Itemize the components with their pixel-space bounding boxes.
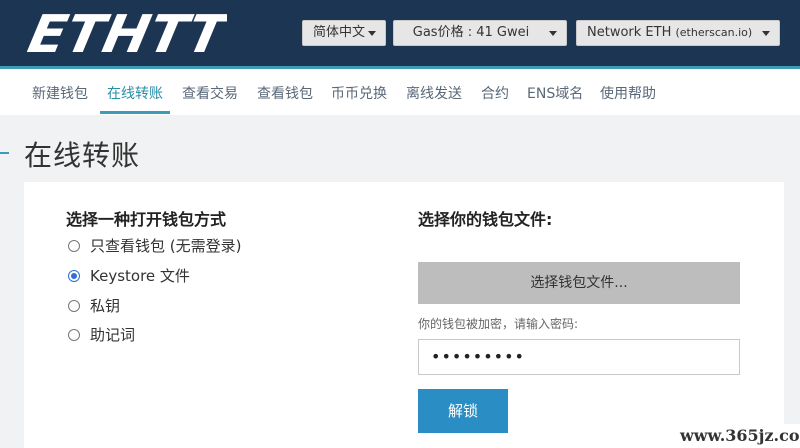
watermark: www.365jz.com <box>676 424 800 448</box>
password-label: 你的钱包被加密，请输入密码: <box>418 317 579 331</box>
option-keystore-label: Keystore 文件 <box>90 267 190 285</box>
radio-private-key[interactable] <box>68 300 80 312</box>
option-keystore[interactable]: Keystore 文件 <box>68 265 190 286</box>
logo[interactable]: ETHTT <box>22 3 227 61</box>
svg-text:ETHTT: ETHTT <box>23 5 227 61</box>
option-private-key-label: 私钥 <box>90 297 121 315</box>
network-dropdown[interactable]: Network ETH (etherscan.io) <box>576 20 780 46</box>
network-provider: (etherscan.io) <box>675 26 753 39</box>
main-nav: 新建钱包 在线转账 查看交易 查看钱包 币币兑换 离线发送 合约 ENS域名 使… <box>0 69 800 115</box>
language-label: 简体中文 <box>313 25 366 40</box>
network-label: Network ETH <box>587 25 672 40</box>
header: ETHTT 简体中文 Gas价格 : 41 Gwei Network ETH (… <box>0 0 800 66</box>
nav-new-wallet[interactable]: 新建钱包 <box>32 83 88 103</box>
gas-price-label: Gas价格 : 41 Gwei <box>412 25 530 40</box>
nav-send-online[interactable]: 在线转账 <box>107 83 163 103</box>
option-mnemonic-label: 助记词 <box>90 326 136 344</box>
option-mnemonic[interactable]: 助记词 <box>68 324 135 345</box>
nav-view-transaction[interactable]: 查看交易 <box>182 83 238 103</box>
nav-ens[interactable]: ENS域名 <box>527 83 583 103</box>
gas-price-dropdown[interactable]: Gas价格 : 41 Gwei <box>393 20 567 46</box>
nav-active-indicator <box>100 111 170 114</box>
option-private-key[interactable]: 私钥 <box>68 295 120 316</box>
nav-help[interactable]: 使用帮助 <box>600 83 656 103</box>
password-input[interactable]: ••••••••• <box>418 339 740 375</box>
language-dropdown[interactable]: 简体中文 <box>302 20 386 46</box>
page-title: 在线转账 <box>24 139 141 172</box>
radio-mnemonic[interactable] <box>68 329 80 341</box>
nav-swap[interactable]: 币币兑换 <box>331 83 387 103</box>
wallet-file-heading: 选择你的钱包文件: <box>418 210 553 229</box>
select-wallet-file-button[interactable]: 选择钱包文件... <box>418 262 740 304</box>
nav-contracts[interactable]: 合约 <box>481 83 509 103</box>
nav-view-wallet[interactable]: 查看钱包 <box>257 83 313 103</box>
option-view-only-label: 只查看钱包 (无需登录) <box>90 237 242 255</box>
radio-view-only[interactable] <box>68 240 80 252</box>
title-dash <box>0 152 9 154</box>
option-view-only[interactable]: 只查看钱包 (无需登录) <box>68 235 241 256</box>
radio-keystore[interactable] <box>68 270 80 282</box>
nav-offline-send[interactable]: 离线发送 <box>406 83 462 103</box>
access-method-heading: 选择一种打开钱包方式 <box>66 210 227 229</box>
unlock-button[interactable]: 解锁 <box>418 389 508 433</box>
chevron-down-icon <box>549 31 557 36</box>
chevron-down-icon <box>368 31 376 36</box>
chevron-down-icon <box>762 31 770 36</box>
